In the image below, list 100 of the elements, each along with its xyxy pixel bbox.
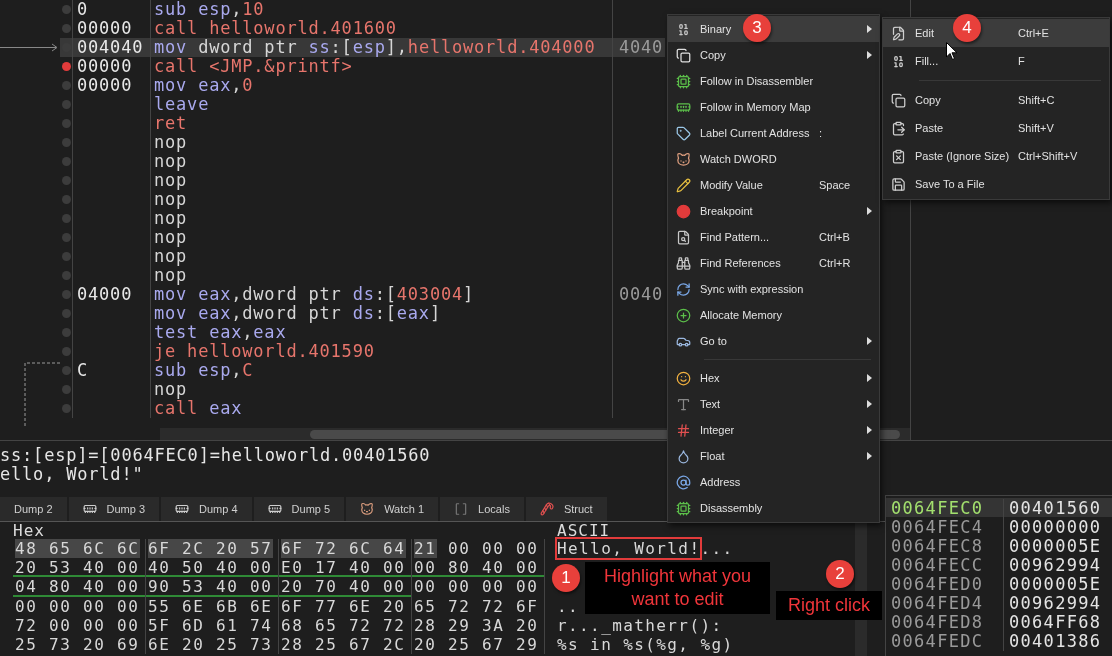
code-row[interactable]: nop (60, 133, 665, 152)
breakpoint-dot-icon[interactable] (62, 157, 71, 166)
hex-bytes[interactable]: 55 6E 6B 6E (148, 596, 273, 616)
breakpoint-dot-icon[interactable] (62, 176, 71, 185)
breakpoint-dot-icon[interactable] (62, 62, 71, 71)
menu-item[interactable]: Disassembly (668, 495, 879, 521)
breakpoint-dot-icon[interactable] (62, 233, 71, 242)
breakpoint-dot-icon[interactable] (62, 366, 71, 375)
code-row[interactable]: 004040 mov dword ptr ss:[esp],helloworld.404000 4040 (60, 38, 665, 57)
menu-item[interactable]: Allocate Memory (668, 302, 879, 328)
menu-item[interactable]: Find References Ctrl+R (668, 250, 879, 276)
code-row[interactable]: C sub esp,C (60, 361, 665, 380)
breakpoint-dot-icon[interactable] (62, 100, 71, 109)
menu-item[interactable]: Follow in Memory Map (668, 94, 879, 120)
breakpoint-dot-icon[interactable] (62, 119, 71, 128)
hex-bytes[interactable]: 28 29 3A 20 (414, 615, 539, 635)
code-row[interactable]: nop (60, 380, 665, 399)
breakpoint-dot-icon[interactable] (62, 24, 71, 33)
breakpoint-dot-icon[interactable] (62, 195, 71, 204)
hex-bytes[interactable]: 6F 2C 20 57 (148, 539, 273, 559)
breakpoint-dot-icon[interactable] (62, 271, 71, 280)
hex-bytes[interactable]: 04 80 40 00 (15, 577, 140, 597)
hex-bytes[interactable]: 21 (414, 539, 437, 559)
tab[interactable]: Locals (440, 497, 524, 521)
hex-bytes[interactable]: 6F 72 6C 64 (281, 539, 406, 559)
code-row[interactable]: nop (60, 209, 665, 228)
hex-bytes[interactable]: 25 73 20 69 (15, 635, 140, 655)
stack-row[interactable]: 0064FED0 0000005E (886, 574, 1112, 593)
menu-item[interactable]: Copy (668, 42, 879, 68)
breakpoint-dot-icon[interactable] (62, 309, 71, 318)
hex-bytes[interactable]: 6E 20 25 73 (148, 635, 273, 655)
hex-bytes[interactable]: 72 00 00 00 (15, 615, 140, 635)
hex-bytes[interactable]: 5F 6D 61 74 (148, 615, 273, 635)
menu-item[interactable]: Paste Shift+V (883, 114, 1109, 142)
stack-row[interactable]: 0064FEC4 00000000 (886, 517, 1112, 536)
code-row[interactable]: je helloworld.401590 (60, 342, 665, 361)
menu-item[interactable]: Text (668, 391, 879, 417)
tab[interactable]: Dump 3 (68, 497, 160, 521)
breakpoint-dot-icon[interactable] (62, 328, 71, 337)
hex-bytes[interactable]: 65 72 72 6F (414, 596, 539, 616)
menu-item[interactable]: Float (668, 443, 879, 469)
menu-item[interactable]: Copy Shift+C (883, 86, 1109, 114)
menu-item[interactable]: Modify Value Space (668, 172, 879, 198)
breakpoint-dot-icon[interactable] (62, 5, 71, 14)
hex-bytes[interactable]: 20 70 40 00 (281, 577, 406, 597)
menu-item[interactable]: Watch DWORD (668, 146, 879, 172)
breakpoint-dot-icon[interactable] (62, 347, 71, 356)
hex-bytes[interactable]: E0 17 40 00 (281, 558, 406, 578)
hex-bytes[interactable]: 00 00 00 00 (15, 596, 140, 616)
code-row[interactable]: mov eax,dword ptr ds:[eax] (60, 304, 665, 323)
breakpoint-dot-icon[interactable] (62, 214, 71, 223)
hex-bytes[interactable]: 20 53 40 00 (15, 558, 140, 578)
hex-bytes[interactable]: 28 25 67 2C (281, 635, 406, 655)
menu-item[interactable]: Follow in Disassembler (668, 68, 879, 94)
breakpoint-dot-icon[interactable] (62, 138, 71, 147)
menu-item[interactable]: Address (668, 469, 879, 495)
breakpoint-dot-icon[interactable] (62, 252, 71, 261)
code-row[interactable]: nop (60, 171, 665, 190)
menu-item[interactable]: Find Pattern... Ctrl+B (668, 224, 879, 250)
stack-row[interactable]: 0064FEDC 00401386 (886, 631, 1112, 650)
menu-item[interactable]: Go to (668, 328, 879, 354)
breakpoint-dot-icon[interactable] (62, 385, 71, 394)
hex-bytes[interactable]: 00 80 40 00 (414, 558, 539, 578)
code-row[interactable]: 0 sub esp,10 (60, 0, 665, 19)
stack-row[interactable]: 0064FEC0 00401560 (886, 498, 1112, 517)
menu-item[interactable]: Fill... F (883, 47, 1109, 75)
tab[interactable]: Struct (525, 497, 607, 521)
code-row[interactable]: nop (60, 152, 665, 171)
hex-bytes[interactable]: 40 50 40 00 (148, 558, 273, 578)
code-row[interactable]: test eax,eax (60, 323, 665, 342)
menu-item[interactable]: Integer (668, 417, 879, 443)
hex-bytes[interactable]: 20 25 67 29 (414, 635, 539, 655)
code-row[interactable]: 00000 call <JMP.&printf> (60, 57, 665, 76)
menu-item[interactable]: Paste (Ignore Size) Ctrl+Shift+V (883, 142, 1109, 170)
hex-bytes[interactable]: 6F 77 6E 20 (281, 596, 406, 616)
tab[interactable]: Dump 2 (0, 497, 67, 521)
hex-bytes[interactable]: 48 65 6C 6C (15, 539, 140, 559)
stack-row[interactable]: 0064FED4 00962994 (886, 593, 1112, 612)
code-row[interactable]: ret (60, 114, 665, 133)
code-row[interactable]: nop (60, 190, 665, 209)
code-row[interactable]: nop (60, 247, 665, 266)
code-row[interactable]: leave (60, 95, 665, 114)
tab[interactable]: Dump 5 (253, 497, 345, 521)
code-row[interactable]: 00000 mov eax,0 (60, 76, 665, 95)
stack-row[interactable]: 0064FEC8 0000005E (886, 536, 1112, 555)
menu-item[interactable]: Breakpoint (668, 198, 879, 224)
hex-bytes[interactable]: 68 65 72 72 (281, 615, 406, 635)
code-row[interactable]: nop (60, 266, 665, 285)
hex-bytes[interactable]: 00 00 00 (436, 539, 539, 559)
hex-bytes[interactable]: 90 53 40 00 (148, 577, 273, 597)
stack-row[interactable]: 0064FECC 00962994 (886, 555, 1112, 574)
menu-item[interactable]: Save To a File (883, 170, 1109, 198)
tab[interactable]: Dump 4 (161, 497, 252, 521)
stack-row[interactable]: 0064FED8 0064FF68 (886, 612, 1112, 631)
menu-item[interactable]: Label Current Address : (668, 120, 879, 146)
code-row[interactable]: call eax (60, 399, 665, 418)
hex-bytes[interactable]: 00 00 00 00 (414, 577, 539, 597)
menu-item[interactable]: Hex (668, 365, 879, 391)
breakpoint-dot-icon[interactable] (62, 290, 71, 299)
menu-item[interactable]: Sync with expression (668, 276, 879, 302)
